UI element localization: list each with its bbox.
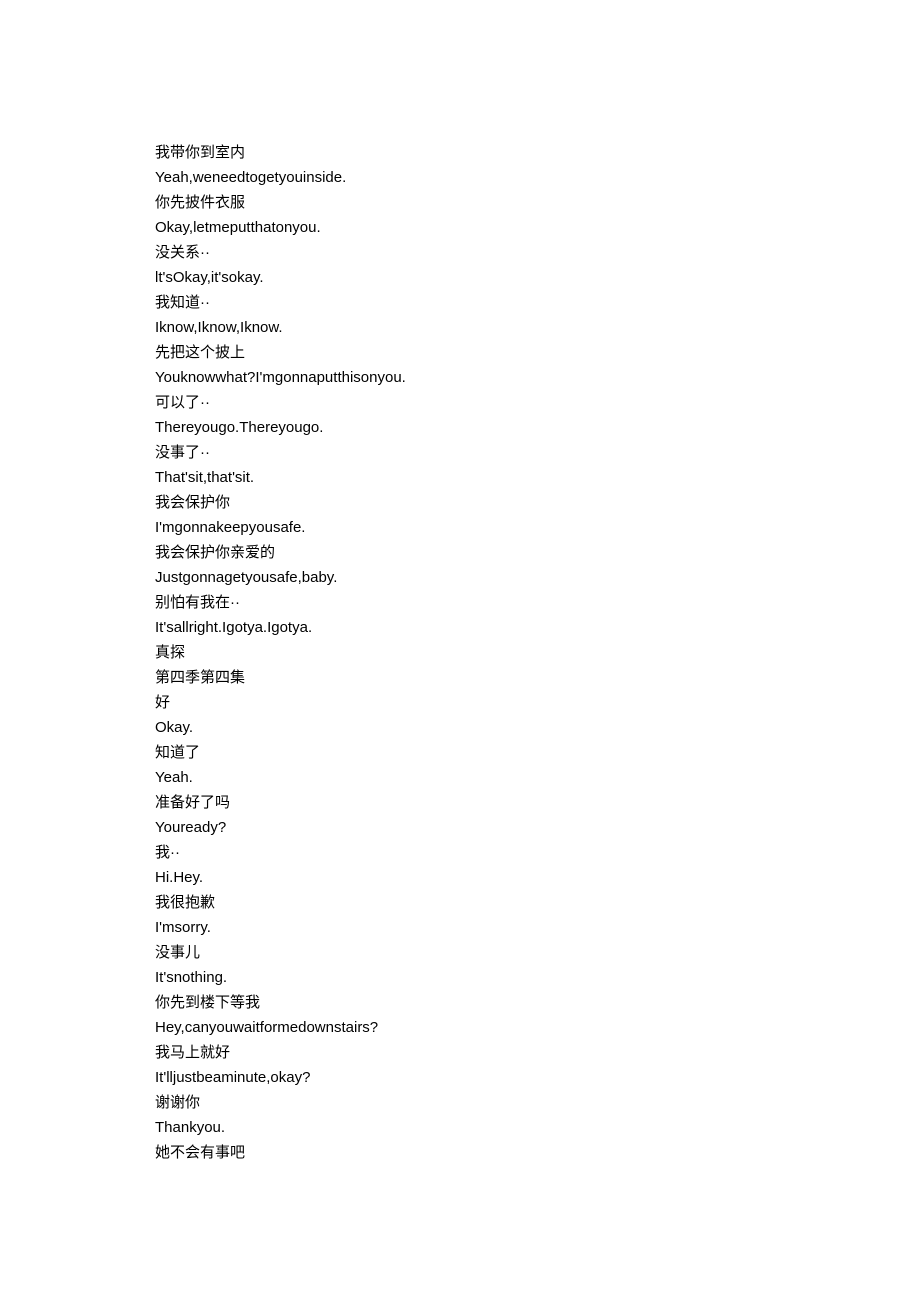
text-line: Yeah. — [155, 765, 765, 790]
text-line: 知道了 — [155, 740, 765, 765]
text-line: 我会保护你亲爱的 — [155, 540, 765, 565]
text-line: 我会保护你 — [155, 490, 765, 515]
text-line: Okay,letmeputthatonyou. — [155, 215, 765, 240]
text-line: I'mgonnakeepyousafe. — [155, 515, 765, 540]
text-line: It'snothing. — [155, 965, 765, 990]
text-line: Yeah,weneedtogetyouinside. — [155, 165, 765, 190]
text-line: 准备好了吗 — [155, 790, 765, 815]
text-line: Iknow,Iknow,Iknow. — [155, 315, 765, 340]
text-line: 我知道·· — [155, 290, 765, 315]
text-line: 我马上就好 — [155, 1040, 765, 1065]
text-line: Youknowwhat?I'mgonnaputthisonyou. — [155, 365, 765, 390]
text-line: 没事了·· — [155, 440, 765, 465]
text-line: Okay. — [155, 715, 765, 740]
text-line: It'lljustbeaminute,okay? — [155, 1065, 765, 1090]
text-line: 你先到楼下等我 — [155, 990, 765, 1015]
text-line: 我很抱歉 — [155, 890, 765, 915]
text-line: That'sit,that'sit. — [155, 465, 765, 490]
text-line: It'sallright.Igotya.Igotya. — [155, 615, 765, 640]
text-line: 你先披件衣服 — [155, 190, 765, 215]
text-line: Thankyou. — [155, 1115, 765, 1140]
text-line: lt'sOkay,it'sokay. — [155, 265, 765, 290]
text-line: Youready? — [155, 815, 765, 840]
text-line: 我带你到室内 — [155, 140, 765, 165]
text-line: 真探 — [155, 640, 765, 665]
text-line: 好 — [155, 690, 765, 715]
text-line: 可以了·· — [155, 390, 765, 415]
text-line: 别怕有我在·· — [155, 590, 765, 615]
text-line: Hi.Hey. — [155, 865, 765, 890]
text-line: 先把这个披上 — [155, 340, 765, 365]
text-line: 我·· — [155, 840, 765, 865]
text-line: 没关系·· — [155, 240, 765, 265]
text-line: Hey,canyouwaitformedownstairs? — [155, 1015, 765, 1040]
text-line: Thereyougo.Thereyougo. — [155, 415, 765, 440]
text-line: 没事儿 — [155, 940, 765, 965]
document-content: 我带你到室内Yeah,weneedtogetyouinside.你先披件衣服Ok… — [0, 0, 920, 1245]
text-line: 第四季第四集 — [155, 665, 765, 690]
text-line: Justgonnagetyousafe,baby. — [155, 565, 765, 590]
text-line: 她不会有事吧 — [155, 1140, 765, 1165]
text-line: I'msorry. — [155, 915, 765, 940]
text-line: 谢谢你 — [155, 1090, 765, 1115]
